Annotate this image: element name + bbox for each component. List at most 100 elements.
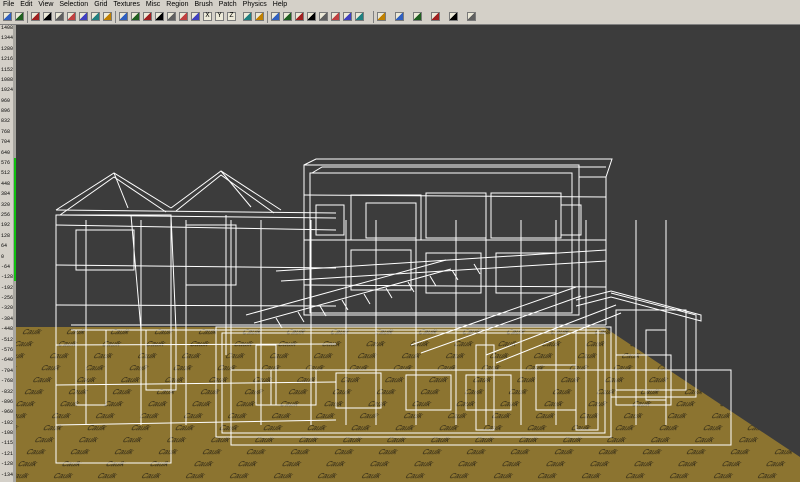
menu-grid[interactable]: Grid	[91, 0, 110, 10]
main-toolbar: XYZ	[0, 10, 800, 25]
menu-misc[interactable]: Misc	[143, 0, 163, 10]
ruler-tick-label: 256	[1, 211, 11, 218]
monster-icon[interactable]	[413, 12, 422, 21]
model-icon[interactable]	[355, 12, 364, 21]
wire-edge	[55, 264, 337, 269]
rotate-y-icon[interactable]	[103, 12, 112, 21]
arrow-icon[interactable]	[467, 12, 476, 21]
menu-file[interactable]: File	[0, 0, 17, 10]
menu-patch[interactable]: Patch	[216, 0, 240, 10]
ruler-tick-label: -768	[1, 378, 14, 385]
3d-camera-viewport[interactable]: Caulk	[16, 25, 800, 482]
wire-edge	[451, 269, 459, 281]
ruler-tick-label: 1024	[1, 87, 14, 94]
wire-edge	[311, 166, 606, 174]
rotate-x-icon[interactable]	[91, 12, 100, 21]
hollow-icon[interactable]	[191, 12, 200, 21]
wire-box	[560, 204, 582, 236]
ruler-tick-label: -1344	[1, 471, 14, 478]
ruler-tick-label: -256	[1, 295, 14, 302]
select-partial-tall-icon[interactable]	[143, 12, 152, 21]
ruler-tick-label: 1216	[1, 56, 14, 63]
ruler-tick-label: -384	[1, 315, 14, 322]
flip-y-icon[interactable]	[79, 12, 88, 21]
ruler-tick-label: -640	[1, 357, 14, 364]
csg-subtract-icon[interactable]	[167, 12, 176, 21]
menu-physics[interactable]: Physics	[240, 0, 270, 10]
speaker-icon[interactable]	[431, 12, 440, 21]
view-change-icon[interactable]	[295, 12, 304, 21]
ruler-tick-label: 896	[1, 108, 11, 115]
wire-edge	[297, 311, 305, 323]
wire-edge	[130, 214, 142, 331]
entity-icon[interactable]	[307, 12, 316, 21]
ruler-tick-label: 0	[1, 253, 5, 260]
ruler-tick-label: -1152	[1, 440, 14, 447]
light-icon[interactable]	[343, 12, 352, 21]
sound-icon[interactable]	[377, 12, 386, 21]
wire-box	[490, 192, 562, 239]
ruler-tick-label: 448	[1, 180, 11, 187]
vertical-ruler[interactable]: 1408 1344 1280 1216 1152 1088 1024 960 896 832 768…	[0, 25, 14, 482]
csg-merge-icon[interactable]	[179, 12, 188, 21]
particle-icon[interactable]	[395, 12, 404, 21]
new-map-icon[interactable]	[3, 12, 12, 21]
patch-icon[interactable]	[331, 12, 340, 21]
ruler-tick-label: 320	[1, 201, 11, 208]
select-complete-tall-icon[interactable]	[119, 12, 128, 21]
axis-z-button[interactable]: Z	[227, 12, 236, 21]
wire-edge	[429, 275, 437, 287]
ruler-tick-label: 576	[1, 160, 11, 167]
menu-view[interactable]: View	[35, 0, 56, 10]
menu-brush[interactable]: Brush	[191, 0, 215, 10]
ruler-tick-label: 1280	[1, 45, 14, 52]
menu-help[interactable]: Help	[270, 0, 290, 10]
path-icon[interactable]	[449, 12, 458, 21]
ruler-tick-label: -512	[1, 336, 14, 343]
menu-region[interactable]: Region	[163, 0, 191, 10]
select-inside-icon[interactable]	[155, 12, 164, 21]
wire-edge	[220, 170, 252, 208]
wire-edge	[55, 172, 172, 211]
ruler-tick-label: -128	[1, 274, 14, 281]
wire-edge	[170, 214, 177, 331]
wireframe-scene: Caulk	[16, 158, 800, 482]
clipper-icon[interactable]	[243, 12, 252, 21]
select-touching-icon[interactable]	[131, 12, 140, 21]
ruler-tick-label: 64	[1, 243, 8, 250]
move-icon[interactable]	[31, 12, 40, 21]
menu-textures[interactable]: Textures	[110, 0, 142, 10]
ruler-tick-label: -832	[1, 388, 14, 395]
ruler-tick-label: -896	[1, 398, 14, 405]
ruler-tick-label: -960	[1, 409, 14, 416]
flip-x-icon[interactable]	[67, 12, 76, 21]
wire-edge	[55, 304, 337, 307]
ruler-tick-label: 384	[1, 191, 11, 198]
camera-icon[interactable]	[271, 12, 280, 21]
axis-y-button[interactable]: Y	[215, 12, 224, 21]
rotate-icon[interactable]	[43, 12, 52, 21]
ruler-tick-label: 128	[1, 232, 11, 239]
cubic-clip-icon[interactable]	[283, 12, 292, 21]
wire-edge	[341, 299, 349, 311]
wire-box	[315, 204, 345, 236]
wire-edge	[363, 293, 371, 305]
menu-edit[interactable]: Edit	[17, 0, 35, 10]
ruler-tick-label: -1024	[1, 419, 14, 426]
menu-selection[interactable]: Selection	[56, 0, 91, 10]
ruler-tick-label: 512	[1, 170, 11, 177]
texture-lock-icon[interactable]	[255, 12, 264, 21]
toolbar-separator	[115, 11, 116, 23]
save-icon[interactable]	[15, 12, 24, 21]
brush-icon[interactable]	[319, 12, 328, 21]
ruler-tick-label: 1344	[1, 35, 14, 42]
wire-box	[185, 224, 237, 286]
ruler-tick-label: -704	[1, 367, 14, 374]
axis-x-button[interactable]: X	[203, 12, 212, 21]
ruler-tick-label: -1280	[1, 461, 14, 468]
wire-edge	[59, 176, 167, 216]
scale-icon[interactable]	[55, 12, 64, 21]
ruler-tick-label: -192	[1, 284, 14, 291]
wire-edge	[575, 290, 702, 322]
wire-box	[350, 194, 422, 241]
